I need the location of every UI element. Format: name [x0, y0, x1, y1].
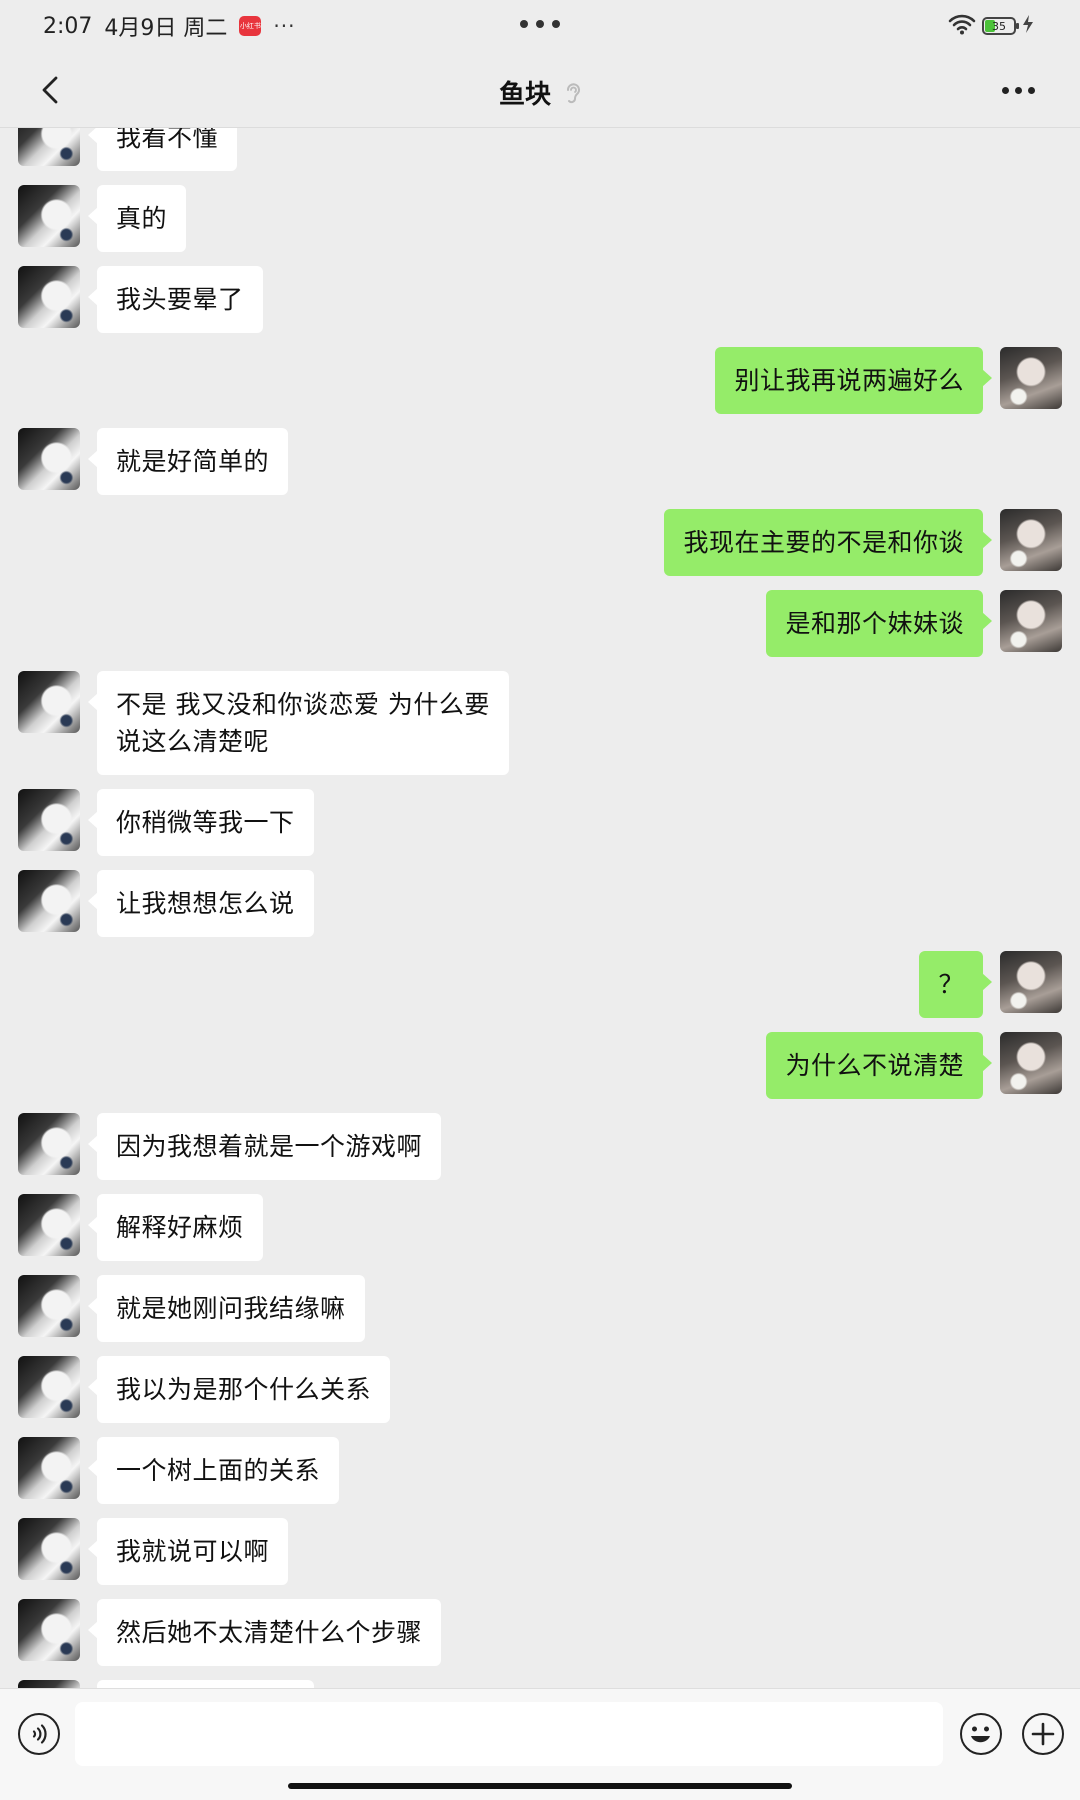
sent-message-bubble[interactable]: 是和那个妹妹谈 — [766, 590, 992, 657]
contact-avatar[interactable] — [18, 671, 80, 733]
received-message-bubble[interactable]: 一个树上面的关系 — [87, 1437, 340, 1504]
chat-header: 鱼块 — [0, 52, 1080, 128]
sent-message-bubble[interactable]: 我现在主要的不是和你谈 — [664, 509, 992, 576]
ear-icon — [566, 82, 580, 103]
plus-icon — [1031, 1722, 1055, 1746]
emoji-icon — [971, 1726, 990, 1743]
contact-avatar[interactable] — [18, 1599, 80, 1661]
contact-avatar[interactable] — [18, 1113, 80, 1175]
received-message-bubble[interactable]: 我头要晕了 — [88, 266, 263, 333]
chat-title: 鱼块 — [498, 80, 551, 110]
contact-avatar[interactable] — [18, 1275, 80, 1337]
contact-avatar[interactable] — [18, 870, 80, 932]
voice-icon — [32, 1724, 47, 1744]
received-message-bubble[interactable]: 让我想想怎么说 — [88, 870, 314, 937]
voice-button[interactable] — [18, 1713, 60, 1755]
received-message-bubble[interactable]: 我就说可以啊 — [87, 1518, 289, 1585]
contact-avatar[interactable] — [18, 1194, 80, 1256]
received-message-bubble[interactable]: 不是 我又没和你谈恋爱 为什么要 说这么清楚呢 — [88, 671, 509, 775]
plus-button[interactable] — [1022, 1713, 1064, 1755]
contact-avatar[interactable] — [18, 1680, 80, 1688]
wifi-icon — [948, 13, 976, 39]
emoji-button[interactable] — [960, 1713, 1002, 1755]
status-date: 4月9日 周二 — [104, 16, 228, 41]
contact-avatar[interactable] — [18, 789, 80, 851]
self-avatar[interactable] — [1000, 1032, 1062, 1094]
message-list[interactable]: 我看不懂真的我头要晕了别让我再说两遍好么就是好简单的我现在主要的不是和你谈是和那… — [0, 128, 1080, 1688]
self-avatar[interactable] — [1000, 590, 1062, 652]
received-message-bubble[interactable]: 然后她不太清楚什么个步骤 — [87, 1599, 442, 1666]
contact-avatar[interactable] — [18, 1437, 80, 1499]
received-message-bubble[interactable]: 解释好麻烦 — [88, 1194, 263, 1261]
home-indicator[interactable] — [288, 1783, 792, 1789]
sent-message-bubble[interactable]: ？ — [919, 951, 992, 1018]
more-options-button[interactable] — [996, 68, 1040, 112]
contact-avatar[interactable] — [18, 266, 80, 328]
received-message-bubble[interactable]: 就是好简单的 — [87, 428, 289, 495]
self-avatar[interactable] — [1000, 347, 1062, 409]
received-message-bubble[interactable]: 就是她刚问我结缘嘛 — [88, 1275, 365, 1342]
received-message-bubble[interactable]: 因为我想着就是一个游戏啊 — [87, 1113, 442, 1180]
app-notification-icon: 小红书 — [239, 16, 262, 36]
more-dots-icon — [1001, 86, 1009, 94]
charging-icon — [1022, 14, 1034, 38]
contact-avatar[interactable] — [18, 185, 80, 247]
sent-message-bubble[interactable]: 为什么不说清楚 — [766, 1032, 992, 1099]
battery-icon: 35 — [982, 17, 1019, 35]
received-message-bubble[interactable]: 真的 — [87, 185, 187, 252]
received-message-bubble[interactable]: 你稍微等我一下 — [88, 789, 314, 856]
contact-avatar[interactable] — [18, 1356, 80, 1418]
battery-level: 35 — [992, 19, 1006, 33]
received-message-bubble[interactable]: 我看不懂 — [87, 128, 238, 171]
status-time: 2:07 — [43, 13, 93, 39]
self-avatar[interactable] — [1000, 509, 1062, 571]
contact-avatar[interactable] — [18, 428, 80, 490]
message-input[interactable] — [75, 1702, 943, 1766]
multitask-dots-icon[interactable] — [520, 20, 560, 30]
status-overflow: ··· — [273, 14, 296, 38]
contact-avatar[interactable] — [18, 1518, 80, 1580]
received-message-bubble[interactable]: 我就去做任务了 — [97, 1680, 314, 1688]
status-bar: 2:07 4月9日 周二 小红书 ··· 35 — [0, 0, 1080, 52]
contact-avatar[interactable] — [18, 128, 80, 166]
sent-message-bubble[interactable]: 别让我再说两遍好么 — [715, 347, 992, 414]
self-avatar[interactable] — [1000, 951, 1062, 1013]
received-message-bubble[interactable]: 我以为是那个什么关系 — [87, 1356, 391, 1423]
